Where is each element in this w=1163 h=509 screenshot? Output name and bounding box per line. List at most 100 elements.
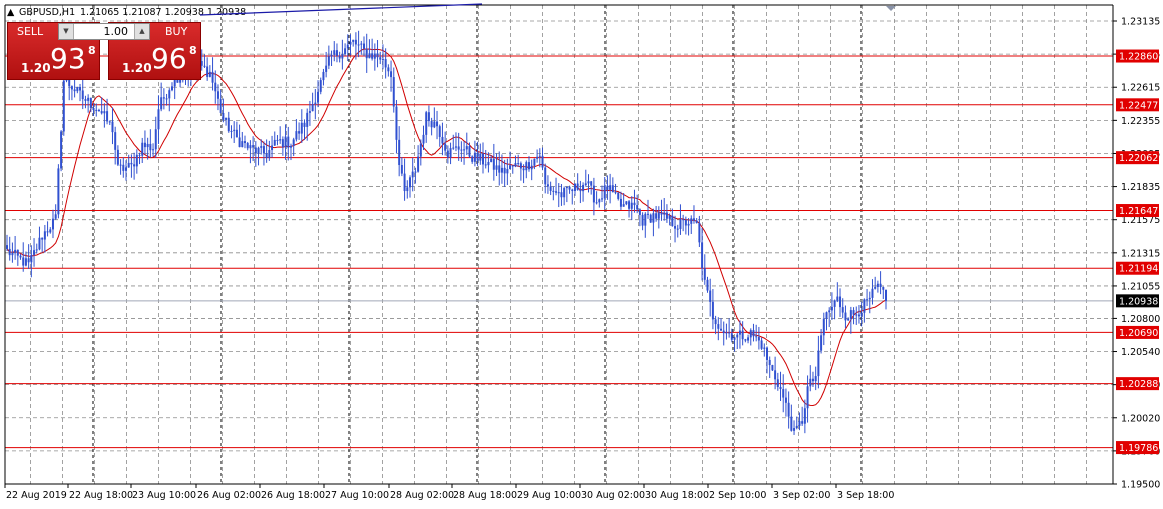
candle-body: [457, 146, 460, 150]
candle: [517, 154, 520, 167]
candle: [595, 191, 598, 205]
candle: [311, 92, 314, 112]
candle: [417, 145, 420, 173]
candle: [54, 204, 57, 220]
candle: [300, 109, 303, 143]
candle: [825, 311, 828, 331]
candle-body: [555, 191, 558, 193]
x-tick-label: 22 Aug 2019: [6, 490, 67, 501]
candle: [779, 371, 782, 401]
y-tick-label: 1.22355: [1121, 116, 1160, 127]
candle-body: [114, 132, 117, 150]
y-tick-label: 1.21835: [1121, 182, 1160, 193]
candle: [690, 215, 693, 235]
candle-body: [733, 337, 736, 340]
candle: [268, 140, 271, 161]
candle-body: [817, 350, 820, 377]
candle: [749, 328, 752, 346]
candle-body: [438, 126, 441, 137]
candle-body: [728, 332, 731, 334]
candle-body: [482, 153, 485, 165]
candle-body: [633, 202, 636, 206]
candle-body: [636, 205, 639, 210]
candle-body: [211, 71, 214, 83]
candle: [725, 323, 728, 340]
candle-body: [503, 167, 506, 174]
candle-body: [452, 147, 455, 149]
lot-increase-button[interactable]: ▲: [134, 24, 149, 39]
candle: [16, 249, 19, 266]
candle: [619, 191, 622, 210]
candle-body: [225, 117, 228, 120]
candle: [855, 306, 858, 325]
candle: [427, 105, 430, 127]
candle-body: [41, 237, 44, 240]
candle-body: [809, 378, 812, 387]
candle-body: [738, 330, 741, 335]
candle: [281, 136, 284, 156]
lot-size-field[interactable]: ▼ 1.00 ▲: [58, 23, 150, 40]
candle-body: [62, 80, 65, 132]
candle: [100, 97, 103, 115]
candle: [598, 198, 601, 208]
candle-body: [573, 183, 576, 192]
candle-body: [611, 185, 614, 193]
triangle-up-icon[interactable]: ▲: [7, 7, 15, 18]
candle-body: [725, 332, 728, 334]
lot-size-value[interactable]: 1.00: [104, 24, 129, 39]
candle: [335, 43, 338, 63]
candle-body: [54, 214, 57, 219]
candle: [157, 95, 160, 144]
y-tick-label: 1.20020: [1121, 413, 1160, 424]
candle-body: [752, 330, 755, 337]
candle-body: [325, 65, 328, 72]
candle-body: [387, 67, 390, 72]
candle: [225, 117, 228, 126]
candle-body: [820, 335, 823, 351]
chart-header: ▲ GBPUSD,H1 1.21065 1.21087 1.20938 1.20…: [7, 7, 246, 18]
x-tick-label: 3 Sep 02:00: [773, 490, 830, 501]
candle-body: [344, 48, 347, 55]
candle: [373, 43, 376, 71]
candle-body: [722, 330, 725, 334]
candle-body: [736, 334, 739, 338]
candle: [35, 243, 38, 254]
candle: [752, 323, 755, 342]
candle: [671, 208, 674, 227]
candle-body: [268, 150, 271, 159]
candle-body: [476, 152, 479, 161]
candle-body: [430, 121, 433, 128]
candle: [541, 147, 544, 171]
candle: [646, 199, 649, 219]
candle: [817, 335, 820, 389]
candle: [682, 214, 685, 232]
candle: [711, 289, 714, 330]
candle-body: [125, 167, 128, 171]
candle-body: [506, 169, 509, 174]
candle: [244, 135, 247, 149]
candle-body: [576, 183, 579, 190]
candle: [782, 374, 785, 413]
candle-body: [390, 71, 393, 78]
candle: [652, 208, 655, 237]
x-tick-label: 29 Aug 10:00: [517, 490, 581, 501]
candle: [446, 145, 449, 164]
candle-body: [500, 167, 503, 173]
horizontal-levels[interactable]: [5, 55, 1113, 449]
candle-body: [747, 337, 750, 341]
candle-body: [568, 186, 571, 190]
candle: [609, 173, 612, 204]
candle: [57, 164, 60, 219]
candle: [6, 234, 8, 251]
candle-body: [81, 90, 84, 100]
candle-body: [111, 121, 114, 133]
candle-body: [776, 379, 779, 387]
candle-body: [744, 339, 747, 341]
candle: [663, 197, 666, 221]
lot-decrease-button[interactable]: ▼: [59, 24, 74, 39]
candle-body: [671, 215, 674, 227]
candle: [868, 291, 871, 314]
candle-body: [793, 428, 796, 431]
candle-body: [801, 421, 804, 424]
candle: [787, 391, 790, 429]
